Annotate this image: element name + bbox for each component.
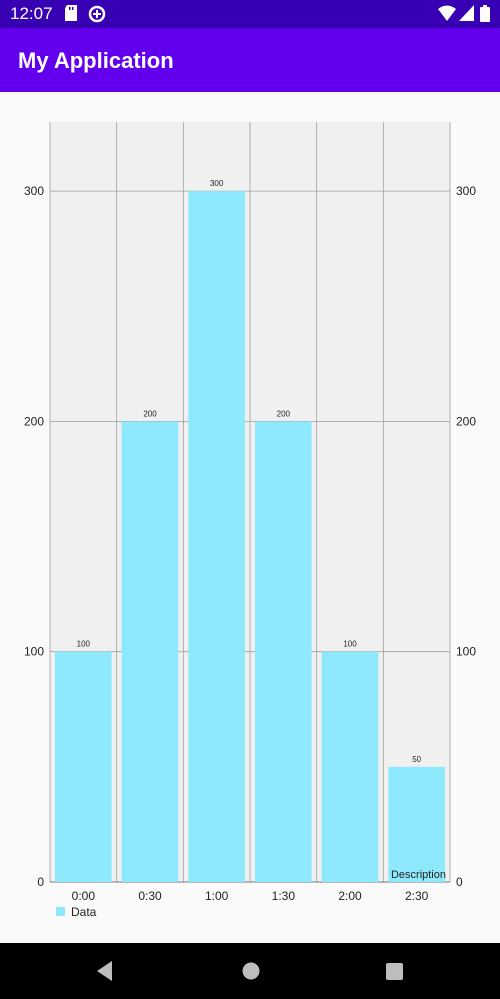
- x-tick-label: 2:00: [338, 889, 362, 903]
- bar[interactable]: [55, 651, 112, 882]
- chart-description: Description: [391, 869, 446, 881]
- app-bar: My Application: [0, 28, 500, 92]
- data-label: 200: [143, 409, 157, 418]
- y-tick-label-right: 300: [456, 184, 476, 198]
- data-label: 200: [277, 409, 291, 418]
- y-tick-label-left: 300: [24, 184, 44, 198]
- signal-icon: [459, 5, 474, 21]
- x-tick-label: 1:30: [272, 889, 296, 903]
- back-icon[interactable]: [92, 957, 118, 985]
- bar[interactable]: [255, 421, 312, 882]
- x-tick-label: 0:00: [72, 889, 96, 903]
- recents-icon[interactable]: [382, 957, 408, 985]
- legend-label: Data: [71, 905, 97, 919]
- data-label: 300: [210, 179, 224, 188]
- bar-chart[interactable]: 100 200 300 200 100 50 0 0 100 100 200 200 300 300 0:0…: [0, 92, 500, 943]
- bar[interactable]: [388, 766, 445, 882]
- data-label: 50: [412, 755, 421, 764]
- y-tick-label-right: 100: [456, 645, 476, 659]
- data-label: 100: [343, 640, 357, 649]
- bar[interactable]: [121, 421, 179, 882]
- status-bar: 12:07: [0, 0, 500, 28]
- legend-swatch: [56, 907, 65, 916]
- data-saver-icon: [88, 5, 106, 23]
- status-time: 12:07: [10, 4, 53, 23]
- data-label: 100: [77, 640, 91, 649]
- wifi-icon: [438, 5, 456, 21]
- app-title: My Application: [18, 48, 174, 73]
- home-icon[interactable]: [238, 957, 264, 985]
- battery-icon: [480, 5, 490, 22]
- y-tick-label-right: 0: [456, 875, 463, 889]
- y-tick-label-left: 200: [24, 414, 44, 428]
- x-tick-label: 1:00: [205, 889, 229, 903]
- x-tick-label: 2:30: [405, 889, 429, 903]
- bar[interactable]: [188, 191, 245, 882]
- y-tick-label-right: 200: [456, 414, 476, 428]
- bar[interactable]: [321, 651, 379, 882]
- sd-card-icon: [65, 5, 77, 21]
- y-tick-label-left: 0: [37, 875, 44, 889]
- x-tick-label: 0:30: [138, 889, 162, 903]
- y-tick-label-left: 100: [24, 645, 44, 659]
- navigation-bar: [0, 943, 500, 999]
